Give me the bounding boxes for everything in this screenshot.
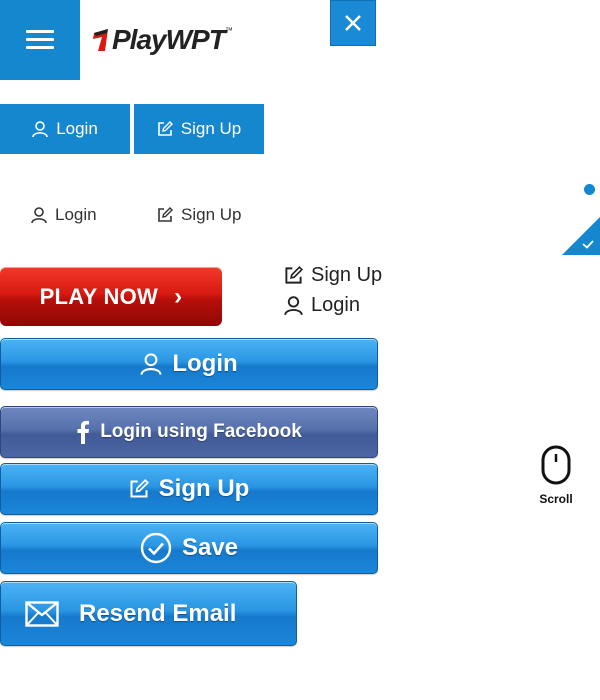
chevron-right-icon: › [174, 282, 183, 310]
facebook-icon [77, 420, 90, 444]
signup-button-flat[interactable]: Sign Up [134, 104, 264, 154]
user-icon [140, 352, 162, 375]
signup-link-plain[interactable]: Sign Up [157, 205, 241, 225]
playing-card-icon [93, 29, 108, 51]
login-label: Login [311, 294, 360, 316]
close-button[interactable] [330, 0, 376, 46]
login-link-plain[interactable]: Login [31, 205, 97, 225]
envelope-icon [25, 600, 59, 627]
corner-check-icon [562, 217, 600, 255]
close-icon [345, 15, 361, 31]
signup-label: Sign Up [181, 205, 242, 224]
user-icon [31, 206, 47, 223]
save-button[interactable]: Save [0, 522, 378, 574]
signup-button-glossy[interactable]: Sign Up [0, 463, 378, 515]
login-label: Login [55, 205, 97, 224]
login-label: Login [172, 350, 238, 377]
check-circle-icon [140, 532, 172, 564]
hamburger-menu-icon [26, 30, 54, 50]
logo-trademark: ™ [224, 26, 233, 35]
scroll-indicator[interactable]: Scroll [534, 445, 578, 506]
edit-icon [285, 266, 303, 284]
edit-icon [158, 207, 173, 222]
signup-label: Sign Up [180, 119, 242, 138]
signup-link-side[interactable]: Sign Up [284, 264, 382, 287]
hamburger-menu-button[interactable] [0, 0, 80, 80]
signup-label: Sign Up [158, 475, 250, 502]
pagination-dot[interactable] [584, 184, 595, 195]
login-label: Login [56, 119, 98, 138]
login-facebook-button[interactable]: Login using Facebook [0, 406, 378, 458]
login-button-flat[interactable]: Login [0, 104, 130, 154]
login-link-side[interactable]: Login [284, 294, 360, 317]
signup-label: Sign Up [311, 264, 383, 286]
resend-label: Resend Email [79, 599, 237, 627]
facebook-label: Login using Facebook [100, 421, 302, 442]
play-now-button[interactable]: PLAY NOW › [0, 267, 222, 326]
user-icon [32, 120, 48, 137]
user-icon [284, 295, 303, 315]
save-label: Save [181, 534, 239, 561]
edit-icon [130, 479, 149, 498]
play-now-label: PLAY NOW [39, 283, 159, 309]
edit-icon [157, 121, 173, 136]
mouse-icon [541, 445, 571, 485]
login-button-glossy[interactable]: Login [0, 338, 378, 390]
logo-text: PlayWPT [112, 24, 226, 55]
resend-email-button[interactable]: Resend Email [0, 581, 297, 646]
playwpt-logo: PlayWPT ™ [92, 22, 233, 58]
scroll-label: Scroll [539, 492, 573, 506]
